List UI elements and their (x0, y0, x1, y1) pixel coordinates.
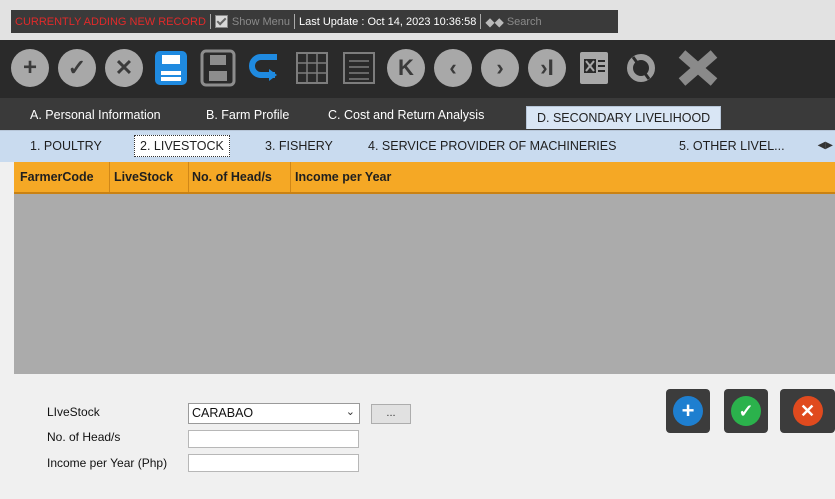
cancel-icon: ✕ (105, 49, 143, 87)
add-icon: + (673, 396, 703, 426)
tab-scroll-arrows[interactable]: ◀▶ (818, 140, 833, 151)
add-button[interactable]: + (8, 46, 52, 90)
show-menu-label[interactable]: Show Menu (232, 16, 290, 28)
export-excel-button[interactable] (572, 46, 616, 90)
column-separator (188, 162, 189, 192)
list-view-button[interactable] (337, 46, 381, 90)
undo-button[interactable] (243, 46, 287, 90)
previous-record-button[interactable]: ‹ (431, 46, 475, 90)
save-livestock-button[interactable]: ✓ (724, 389, 768, 433)
income-input[interactable] (188, 454, 359, 472)
excel-export-icon (580, 52, 608, 84)
next-record-button[interactable]: › (478, 46, 522, 90)
toolbar: + ✓ ✕ K ‹ › ›I (0, 40, 835, 98)
save-as-button[interactable] (196, 46, 240, 90)
livestock-select[interactable]: CARABAO ⌄ (188, 403, 360, 424)
show-menu-checkbox[interactable] (214, 15, 228, 28)
column-header-farmercode[interactable]: FarmerCode (20, 170, 94, 184)
browse-livestock-button[interactable]: ... (371, 404, 411, 424)
income-label: Income per Year (Php) (47, 456, 168, 470)
livestock-select-value: CARABAO (192, 406, 254, 420)
grid-view-button[interactable] (290, 46, 334, 90)
cancel-livestock-button[interactable]: ✕ (780, 389, 835, 433)
tab-livestock[interactable]: 2. LIVESTOCK (134, 135, 230, 157)
cancel-button[interactable]: ✕ (102, 46, 146, 90)
tab-service-provider[interactable]: 4. SERVICE PROVIDER OF MACHINERIES (368, 139, 616, 153)
heads-input[interactable] (188, 430, 359, 448)
column-header-income-per-year[interactable]: Income per Year (295, 170, 391, 184)
record-mode-label: CURRENTLY ADDING NEW RECORD (15, 15, 206, 28)
add-livestock-button[interactable]: + (666, 389, 710, 433)
grid-header: FarmerCode LiveStock No. of Head/s Incom… (14, 162, 835, 194)
binoculars-icon[interactable]: ◆◆ (485, 15, 503, 29)
check-icon: ✓ (731, 396, 761, 426)
livestock-grid[interactable]: FarmerCode LiveStock No. of Head/s Incom… (14, 162, 835, 374)
add-icon: + (11, 49, 49, 87)
chevron-down-icon: ⌄ (345, 406, 355, 418)
last-record-button[interactable]: ›I (525, 46, 569, 90)
next-icon: › (481, 49, 519, 87)
column-header-livestock[interactable]: LiveStock (114, 170, 173, 184)
heads-label: No. of Head/s (47, 430, 121, 444)
undo-icon (249, 54, 277, 81)
entry-form: LIveStock CARABAO ⌄ ... No. of Head/s In… (14, 376, 835, 499)
save-as-icon (200, 49, 236, 87)
cancel-icon: ✕ (792, 396, 823, 426)
refresh-button[interactable] (619, 46, 663, 90)
separator (480, 14, 482, 29)
close-icon (678, 50, 718, 86)
tab-farm-profile[interactable]: B. Farm Profile (206, 108, 289, 122)
separator (209, 14, 211, 29)
last-icon: ›I (528, 49, 566, 87)
column-separator (109, 162, 110, 192)
save-button[interactable] (149, 46, 193, 90)
confirm-button[interactable]: ✓ (55, 46, 99, 90)
sub-tab-bar: 1. POULTRY 2. LIVESTOCK 3. FISHERY 4. SE… (0, 130, 835, 162)
tab-fishery[interactable]: 3. FISHERY (265, 139, 333, 153)
separator (293, 14, 295, 29)
tab-personal-information[interactable]: A. Personal Information (30, 108, 161, 122)
first-record-button[interactable]: K (384, 46, 428, 90)
close-button[interactable] (668, 46, 728, 90)
column-separator (290, 162, 291, 192)
last-update-label: Last Update : Oct 14, 2023 10:36:58 (298, 15, 477, 28)
search-label[interactable]: Search (507, 16, 542, 28)
tab-secondary-livelihood[interactable]: D. SECONDARY LIVELIHOOD (526, 106, 722, 129)
livestock-label: LIveStock (47, 405, 100, 419)
refresh-icon (627, 54, 655, 82)
grid-icon (296, 52, 328, 84)
status-bar: CURRENTLY ADDING NEW RECORD Show Menu La… (0, 0, 835, 40)
list-icon (343, 52, 375, 84)
save-icon (155, 51, 187, 85)
tab-other-livelihood[interactable]: 5. OTHER LIVEL... (679, 139, 785, 153)
column-header-no-of-heads[interactable]: No. of Head/s (192, 170, 272, 184)
tab-poultry[interactable]: 1. POULTRY (30, 139, 102, 153)
status-strip: CURRENTLY ADDING NEW RECORD Show Menu La… (11, 10, 618, 33)
tab-cost-and-return[interactable]: C. Cost and Return Analysis (328, 108, 484, 122)
check-icon: ✓ (58, 49, 96, 87)
previous-icon: ‹ (434, 49, 472, 87)
first-icon: K (387, 49, 425, 87)
